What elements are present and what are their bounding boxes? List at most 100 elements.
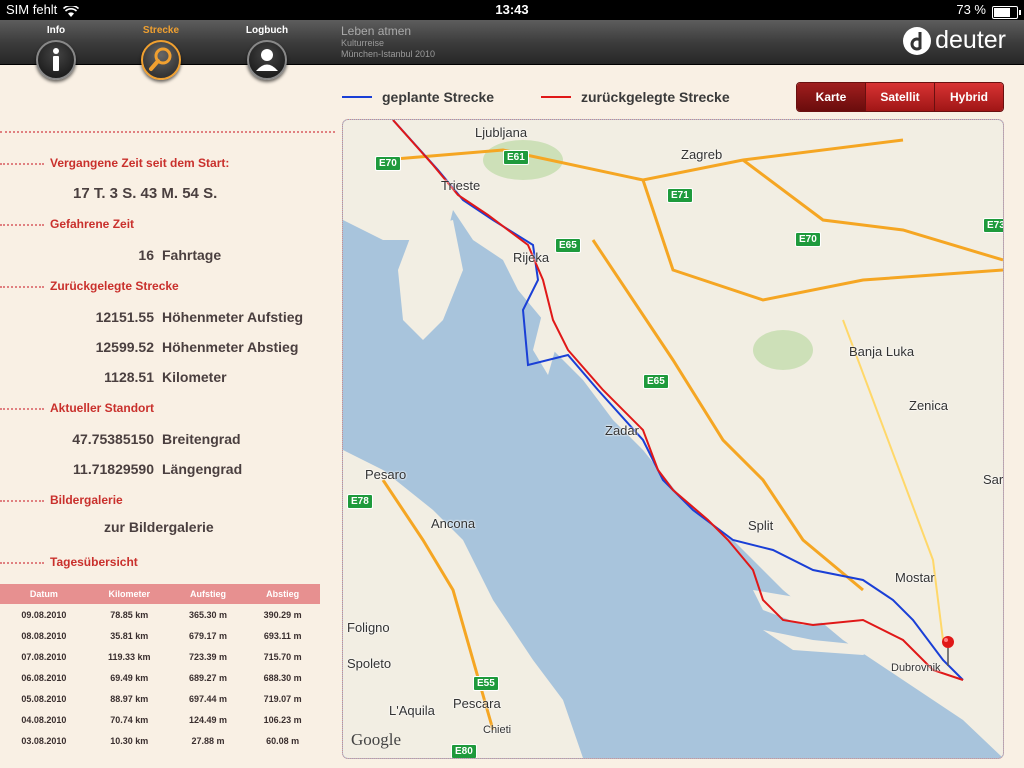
map-label: Chieti xyxy=(483,724,512,736)
road-shield: E65 xyxy=(643,374,669,389)
road-shield: E78 xyxy=(347,494,373,509)
cell-descent: 688.30 m xyxy=(263,672,302,683)
divider xyxy=(0,286,44,288)
cell-km: 10.30 km xyxy=(110,735,149,746)
elapsed-time-title: Vergangene Zeit seit dem Start: xyxy=(50,156,230,170)
map-label: Pescara xyxy=(453,696,501,711)
map-label: Trieste xyxy=(441,178,481,193)
trip-route: München-Istanbul 2010 xyxy=(341,49,436,59)
cell-descent: 715.70 m xyxy=(263,651,302,662)
riding-time-value: 16 Fahrtage xyxy=(138,247,222,263)
divider xyxy=(0,224,44,226)
cell-ascent: 697.44 m xyxy=(189,693,228,704)
gallery-link[interactable]: zur Bildergalerie xyxy=(104,519,214,535)
road-shield: E73 xyxy=(983,218,1003,233)
map-type-hybrid-button[interactable]: Hybrid xyxy=(934,83,1003,111)
divider xyxy=(0,500,44,502)
table-row[interactable]: 09.08.2010 78.85 km 365.30 m 390.29 m xyxy=(0,604,320,625)
battery-icon xyxy=(992,5,1021,19)
road-shield: E70 xyxy=(375,156,401,171)
table-row[interactable]: 04.08.2010 70.74 km 124.49 m 106.23 m xyxy=(0,709,320,730)
column-header: Abstieg xyxy=(245,584,320,604)
kilometer-value: 1128.51 Kilometer xyxy=(104,369,227,385)
map-type-karte-button[interactable]: Karte xyxy=(797,83,865,111)
riding-time-title: Gefahrene Zeit xyxy=(50,217,135,231)
battery-percent: 73 % xyxy=(956,2,986,17)
distance-title: Zurückgelegte Strecke xyxy=(50,279,179,293)
daily-table: Datum Kilometer Aufstieg Abstieg 09.08.2… xyxy=(0,584,320,751)
cell-date: 06.08.2010 xyxy=(21,672,67,683)
cell-descent: 719.07 m xyxy=(263,693,302,704)
cell-descent: 106.23 m xyxy=(263,714,302,725)
table-header-row: Datum Kilometer Aufstieg Abstieg xyxy=(0,584,320,604)
legend-planned-label: geplante Strecke xyxy=(382,89,495,105)
column-header: Kilometer xyxy=(87,584,171,604)
legend-planned: geplante Strecke xyxy=(342,89,494,105)
cell-km: 88.97 km xyxy=(110,693,149,704)
table-row[interactable]: 08.08.2010 35.81 km 679.17 m 693.11 m xyxy=(0,625,320,646)
divider xyxy=(0,562,44,564)
location-title: Aktueller Standort xyxy=(50,401,155,415)
route-map[interactable]: Ljubljana Zagreb Trieste Rijeka Zadar Sp… xyxy=(342,119,1004,759)
cell-ascent: 124.49 m xyxy=(189,714,228,725)
map-label: Spoleto xyxy=(347,656,392,671)
map-label: Sarajevo xyxy=(983,472,1004,487)
legend-traveled-label: zurückgelegte Strecke xyxy=(581,89,730,105)
deuter-logo-icon xyxy=(903,26,932,55)
divider xyxy=(0,163,44,165)
gallery-title: Bildergalerie xyxy=(50,493,123,507)
cell-ascent: 679.17 m xyxy=(189,630,228,641)
table-row[interactable]: 07.08.2010 119.33 km 723.39 m 715.70 m xyxy=(0,646,320,667)
stats-panel: Vergangene Zeit seit dem Start: 17 T. 3 … xyxy=(0,66,335,768)
road-shield: E70 xyxy=(795,232,821,247)
cell-date: 05.08.2010 xyxy=(21,693,67,704)
cell-date: 08.08.2010 xyxy=(21,630,67,641)
cell-ascent: 27.88 m xyxy=(191,735,225,746)
cell-ascent: 365.30 m xyxy=(189,609,228,620)
latitude-value: 47.75385150 Breitengrad xyxy=(72,431,241,447)
cell-km: 35.81 km xyxy=(110,630,149,641)
status-bar: SIM fehlt 13:43 73 % xyxy=(0,0,1024,20)
map-label: Ljubljana xyxy=(475,125,528,140)
road-shield: E80 xyxy=(451,744,477,758)
cell-date: 09.08.2010 xyxy=(21,609,67,620)
longitude-value: 11.71829590 Längengrad xyxy=(73,461,243,477)
map-label: Dubrovnik xyxy=(891,662,941,674)
ascent-value: 12151.55 Höhenmeter Aufstieg xyxy=(95,309,304,325)
map-label: Banja Luka xyxy=(849,344,915,359)
cell-date: 03.08.2010 xyxy=(21,735,67,746)
google-logo: Google xyxy=(351,730,402,749)
trip-title: Leben atmen xyxy=(341,24,412,38)
clock: 13:43 xyxy=(495,2,529,17)
map-label: Split xyxy=(748,518,774,533)
cell-km: 78.85 km xyxy=(110,609,149,620)
cell-ascent: 723.39 m xyxy=(189,651,228,662)
planned-line-swatch xyxy=(342,96,372,98)
trip-subtitle: Kulturreise xyxy=(341,38,385,48)
traveled-line-swatch xyxy=(541,96,571,98)
location-pin-icon[interactable] xyxy=(941,636,955,666)
road-shield: E55 xyxy=(473,676,499,691)
map-label: Rijeka xyxy=(513,250,550,265)
table-row[interactable]: 05.08.2010 88.97 km 697.44 m 719.07 m xyxy=(0,688,320,709)
cell-descent: 60.08 m xyxy=(266,735,300,746)
map-label: Zagreb xyxy=(681,147,723,162)
map-label: Zadar xyxy=(605,423,639,438)
divider xyxy=(0,131,335,133)
map-type-segmented-control: Karte Satellit Hybrid xyxy=(796,82,1004,112)
map-label: Foligno xyxy=(347,620,390,635)
cell-km: 69.49 km xyxy=(110,672,149,683)
tab-info-label: Info xyxy=(46,25,66,36)
map-label: L'Aquila xyxy=(389,703,435,718)
elapsed-time-value: 17 T. 3 S. 43 M. 54 S. xyxy=(73,185,218,202)
table-row[interactable]: 03.08.2010 10.30 km 27.88 m 60.08 m xyxy=(0,730,320,751)
brand-name: deuter xyxy=(935,26,1006,54)
road-shield: E65 xyxy=(555,238,581,253)
map-label: Pesaro xyxy=(365,467,407,482)
map-label: Mostar xyxy=(895,570,935,585)
table-row[interactable]: 06.08.2010 69.49 km 689.27 m 688.30 m xyxy=(0,667,320,688)
brand-logo: deuter xyxy=(903,26,1006,55)
top-toolbar: Info Strecke Logbuch Leben atmen Kulturr… xyxy=(0,20,1024,80)
cell-km: 119.33 km xyxy=(107,651,151,662)
map-type-satellit-button[interactable]: Satellit xyxy=(865,83,934,111)
